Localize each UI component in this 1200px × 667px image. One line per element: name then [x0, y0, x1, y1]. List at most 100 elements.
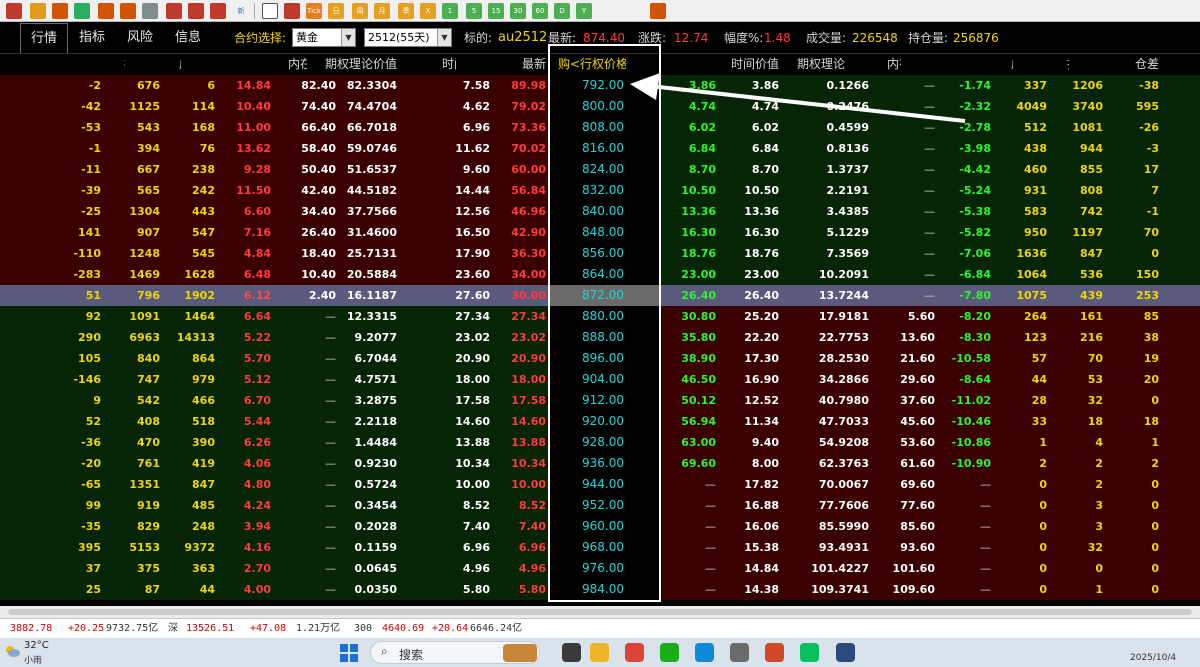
strike-price-cell[interactable]: 832.00 — [534, 180, 624, 201]
option-row[interactable]: 141 907 547 7.16 26.40 31.4600 16.50 42.90 848.0… — [0, 222, 1200, 243]
strike-price-cell[interactable]: 976.00 — [534, 558, 624, 579]
chevron-down-icon[interactable]: ▼ — [341, 29, 355, 46]
strike-price-cell[interactable]: 816.00 — [534, 138, 624, 159]
y-icon[interactable]: Y — [576, 3, 592, 19]
option-row[interactable]: 92 1091 1464 6.64—12.3315 27.34 27.34 880.00 30… — [0, 306, 1200, 327]
zoom-out-icon[interactable] — [120, 3, 136, 19]
d-icon[interactable]: 日 — [328, 3, 344, 19]
tab-risk[interactable]: 风险 — [120, 23, 160, 53]
zoom-in-icon[interactable] — [98, 3, 114, 19]
strike-price-cell[interactable]: 984.00 — [534, 579, 624, 600]
option-row[interactable]: 99 919 485 4.24—0.3454 8.52 8.52 952.00—16.88 7… — [0, 495, 1200, 516]
s-icon[interactable]: 季 — [398, 3, 414, 19]
brush-icon[interactable] — [188, 3, 204, 19]
strike-price-cell[interactable]: 896.00 — [534, 348, 624, 369]
option-row[interactable]: 37 375 363 2.70—0.0645 4.96 4.96 976.00—14.84 1… — [0, 558, 1200, 579]
strike-price-cell[interactable]: 888.00 — [534, 327, 624, 348]
windows-start-icon[interactable] — [340, 644, 358, 662]
task-view-icon[interactable] — [562, 643, 581, 662]
strike-price-cell[interactable]: 880.00 — [534, 306, 624, 327]
option-row[interactable]: 105 840 864 5.70—6.7044 20.90 20.90 896.00 38.9… — [0, 348, 1200, 369]
option-row[interactable]: -65 1351 847 4.80—0.5724 10.00 10.00 944.00—17… — [0, 474, 1200, 495]
option-row[interactable]: -146 747 979 5.12—4.7571 18.00 18.00 904.00 46.… — [0, 369, 1200, 390]
scrollbar-thumb[interactable] — [8, 609, 1192, 615]
d2-icon[interactable]: D — [554, 3, 570, 19]
option-row[interactable]: 52 408 518 5.44—2.2118 14.60 14.60 920.00 56.94… — [0, 411, 1200, 432]
strike-price-cell[interactable]: 944.00 — [534, 474, 624, 495]
tick-icon[interactable]: Tick — [306, 3, 322, 19]
60-icon[interactable]: 60 — [532, 3, 548, 19]
chart-icon[interactable] — [52, 3, 68, 19]
strike-price-cell[interactable]: 904.00 — [534, 369, 624, 390]
strike-price-cell[interactable]: 920.00 — [534, 411, 624, 432]
strike-price-cell[interactable]: 864.00 — [534, 264, 624, 285]
layout-icon[interactable] — [262, 3, 278, 19]
header-put-col-7[interactable]: 仓差 — [1069, 54, 1159, 74]
strike-price-cell[interactable]: 792.00 — [534, 75, 624, 96]
refresh-icon[interactable] — [74, 3, 90, 19]
tab-quote[interactable]: 行情 — [20, 23, 68, 53]
option-row[interactable]: -1 394 76 13.62 58.40 59.0746 11.62 70.02 816.00… — [0, 138, 1200, 159]
option-row[interactable]: -39 565 242 11.50 42.40 44.5182 14.44 56.84 832.… — [0, 180, 1200, 201]
option-row[interactable]: -110 1248 545 4.84 18.40 25.7131 17.90 36.30 856… — [0, 243, 1200, 264]
option-row[interactable]: -53 543 168 11.00 66.40 66.7018 6.96 73.36 808.0… — [0, 117, 1200, 138]
chevron-down-icon[interactable]: ▼ — [437, 29, 451, 46]
x-icon[interactable]: X — [420, 3, 436, 19]
header-call-col-7[interactable]: 最新 — [456, 54, 546, 74]
wechat-work-icon[interactable] — [660, 643, 679, 662]
1-icon[interactable]: 1 — [442, 3, 458, 19]
edge-icon[interactable] — [695, 643, 714, 662]
strike-price-cell[interactable]: 808.00 — [534, 117, 624, 138]
flag-icon[interactable] — [210, 3, 226, 19]
tab-indicator[interactable]: 指标 — [72, 23, 112, 53]
option-row[interactable]: -36 470 390 6.26—1.4484 13.88 13.88 928.00 63.0… — [0, 432, 1200, 453]
option-row[interactable]: 51 796 1902 6.12 2.40 16.1187 27.60 30.00 872.00… — [0, 285, 1200, 306]
strike-price-cell[interactable]: 912.00 — [534, 390, 624, 411]
option-row[interactable]: 395 5153 9372 4.16—0.1159 6.96 6.96 968.00—15.… — [0, 537, 1200, 558]
product-select[interactable]: 黄金 ▼ — [292, 28, 356, 47]
line-icon[interactable] — [284, 3, 300, 19]
option-row[interactable]: -11 667 238 9.28 50.40 51.6537 9.60 60.00 824.00… — [0, 159, 1200, 180]
30-icon[interactable]: 30 — [510, 3, 526, 19]
strike-price-cell[interactable]: 872.00 — [534, 285, 624, 306]
home-icon[interactable] — [6, 3, 22, 19]
folder-icon[interactable] — [30, 3, 46, 19]
expiry-select[interactable]: 2512(55天) ▼ — [364, 28, 452, 47]
option-row[interactable]: -42 1125 114 10.40 74.40 74.4704 4.62 79.02 800.… — [0, 96, 1200, 117]
header-put-col-1[interactable]: 时间价值 — [689, 54, 779, 74]
calc-icon[interactable] — [650, 3, 666, 19]
taskbar-search[interactable]: ⌕ 搜索 — [370, 641, 540, 664]
w-icon[interactable]: 周 — [352, 3, 368, 19]
strike-price-cell[interactable]: 968.00 — [534, 537, 624, 558]
powerpoint-icon[interactable] — [765, 643, 784, 662]
weather-icon[interactable] — [4, 643, 20, 659]
option-row[interactable]: 9 542 466 6.70—3.2875 17.58 17.58 912.00 50.12 1… — [0, 390, 1200, 411]
strike-price-cell[interactable]: 928.00 — [534, 432, 624, 453]
header-call-col-5[interactable]: 期权理论价值 — [307, 54, 397, 74]
window-icon[interactable] — [142, 3, 158, 19]
pencil-icon[interactable] — [166, 3, 182, 19]
option-row[interactable]: -25 1304 443 6.60 34.40 37.7566 12.56 46.96 840.… — [0, 201, 1200, 222]
strike-price-cell[interactable]: 952.00 — [534, 495, 624, 516]
option-row[interactable]: -2 676 6 14.84 82.40 82.3304 7.58 89.98 792.00 3.… — [0, 75, 1200, 96]
horizontal-scrollbar[interactable] — [0, 606, 1200, 618]
file-explorer-icon[interactable] — [590, 643, 609, 662]
strike-price-cell[interactable]: 824.00 — [534, 159, 624, 180]
calculator-icon[interactable] — [730, 643, 749, 662]
trading-app-icon[interactable] — [836, 643, 855, 662]
option-row[interactable]: 25 87 44 4.00—0.0350 5.80 5.80 984.00—14.38 109… — [0, 579, 1200, 600]
strike-price-cell[interactable]: 840.00 — [534, 201, 624, 222]
m-icon[interactable]: 月 — [374, 3, 390, 19]
strike-price-cell[interactable]: 856.00 — [534, 243, 624, 264]
strike-price-cell[interactable]: 960.00 — [534, 516, 624, 537]
strike-price-cell[interactable]: 848.00 — [534, 222, 624, 243]
network-icon[interactable]: 新 — [233, 3, 249, 19]
option-row[interactable]: -35 829 248 3.94—0.2028 7.40 7.40 960.00—16.06… — [0, 516, 1200, 537]
strike-price-cell[interactable]: 800.00 — [534, 96, 624, 117]
strike-price-cell[interactable]: 936.00 — [534, 453, 624, 474]
15-icon[interactable]: 15 — [488, 3, 504, 19]
wechat-icon[interactable] — [800, 643, 819, 662]
option-row[interactable]: 290 6963 14313 5.22—9.2077 23.02 23.02 888.00 3… — [0, 327, 1200, 348]
5-icon[interactable]: 5 — [466, 3, 482, 19]
option-row[interactable]: -283 1469 1628 6.48 10.40 20.5884 23.60 34.00 86… — [0, 264, 1200, 285]
